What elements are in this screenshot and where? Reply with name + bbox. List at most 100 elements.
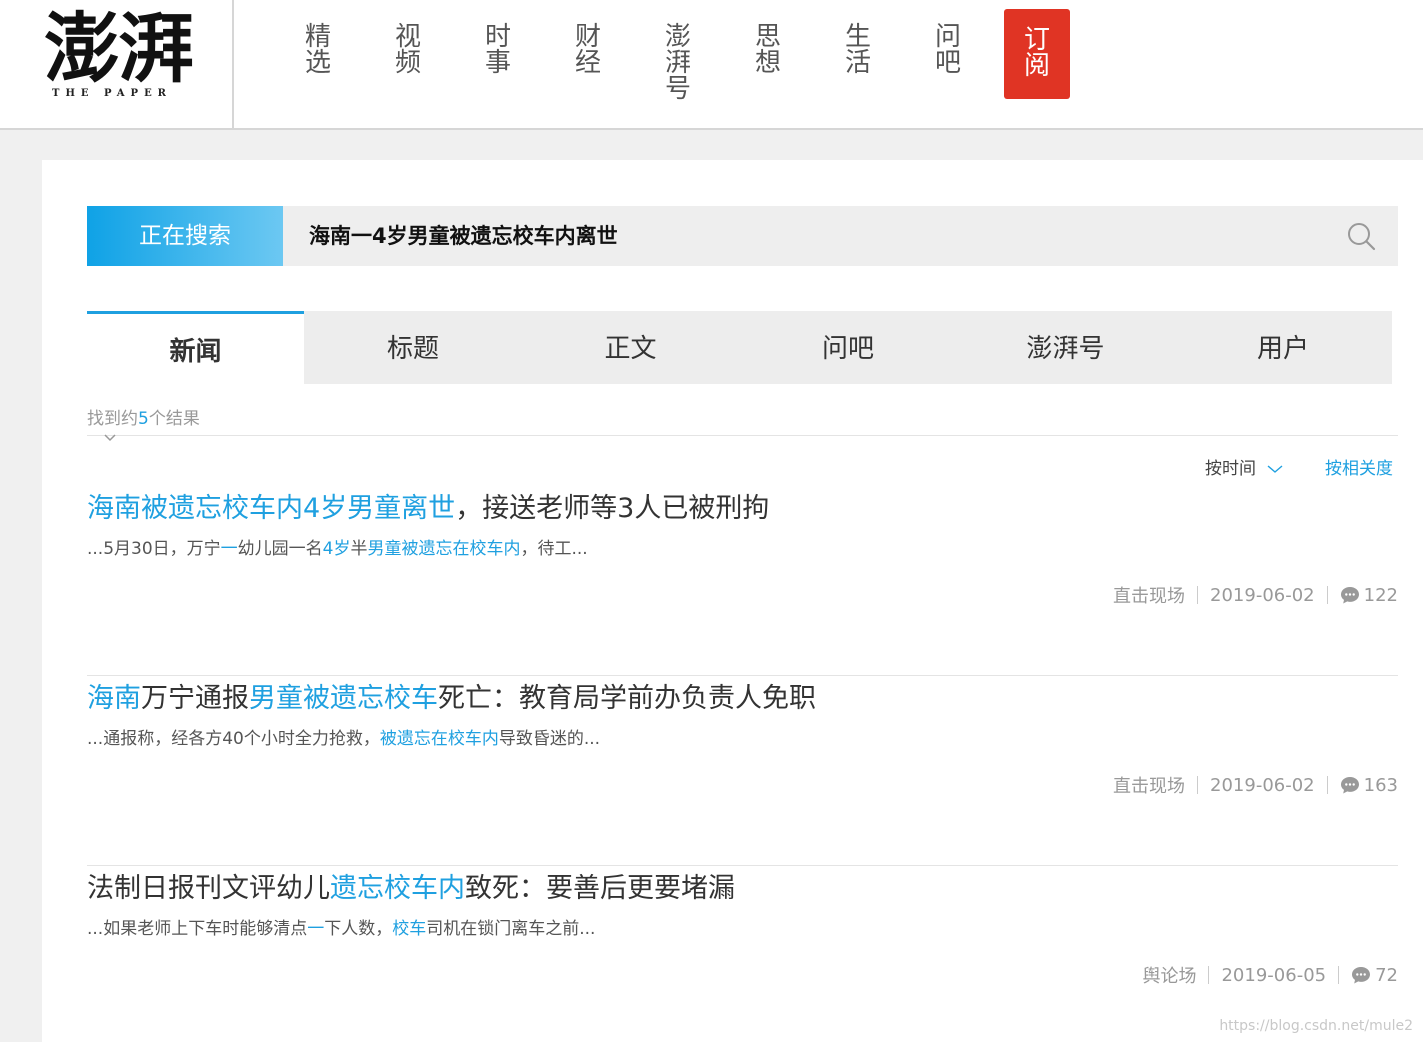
title-fragment: 死亡：教育局学前办负责人免职: [438, 683, 816, 714]
comment-icon: [1340, 587, 1359, 604]
snippet-fragment: 半: [350, 539, 368, 559]
search-bar: 正在搜索 海南一4岁男童被遗忘校车内离世: [87, 206, 1398, 266]
subscribe-button[interactable]: 订阅: [1004, 9, 1070, 99]
result-item: 海南万宁通报男童被遗忘校车死亡：教育局学前办负责人免职 ...通报称，经各方40个…: [87, 676, 1398, 866]
logo-subtitle: THE PAPER: [52, 88, 172, 99]
nav-item-char: 财: [574, 22, 601, 52]
meta-divider: [1197, 586, 1199, 604]
snippet-fragment: ，待工...: [520, 539, 588, 559]
snippet-fragment: 男童被遗忘在校车内: [367, 539, 521, 559]
comment-icon: [1340, 777, 1359, 794]
subscribe-char: 阅: [1023, 51, 1050, 81]
tab-2[interactable]: 正文: [522, 311, 739, 384]
nav-item-char: 想: [754, 48, 781, 78]
tab-4[interactable]: 澎湃号: [957, 311, 1174, 384]
title-fragment: 男童被遗忘校车: [249, 683, 438, 714]
snippet-fragment: 被遗忘在校车内: [379, 729, 499, 749]
meta-divider: [1326, 586, 1328, 604]
title-fragment: 海南: [87, 683, 141, 714]
source-link[interactable]: 直击现场: [1113, 772, 1185, 798]
publish-date: 2019-06-02: [1210, 774, 1315, 796]
nav-item-char: 事: [484, 48, 511, 78]
chevron-down-icon: [104, 434, 116, 442]
search-input[interactable]: 海南一4岁男童被遗忘校车内离世: [309, 206, 618, 266]
logo-text: 澎湃: [44, 4, 194, 93]
nav-item-char: 生: [844, 22, 871, 52]
publish-date: 2019-06-05: [1221, 964, 1327, 986]
title-fragment: 法制日报刊文评幼儿: [87, 873, 330, 904]
logo[interactable]: 澎湃 THE PAPER: [0, 0, 234, 128]
divider: [87, 435, 1398, 436]
nav-item-featured[interactable]: 精选: [288, 24, 348, 76]
snippet-fragment: 一: [307, 919, 325, 939]
search-icon[interactable]: [1346, 221, 1376, 251]
sort-by-time-label: 按时间: [1205, 459, 1256, 479]
snippet-fragment: 校车: [392, 919, 427, 939]
nav-item-wenba[interactable]: 问吧: [918, 24, 978, 76]
result-item: 法制日报刊文评幼儿遗忘校车内致死：要善后更要堵漏 ...如果老师上下车时能够清点一…: [87, 866, 1398, 1042]
title-fragment: 遗忘校车内: [330, 873, 465, 904]
comment-icon: [1352, 967, 1371, 984]
nav-item-char: 活: [844, 48, 871, 78]
nav-item-current[interactable]: 时事: [468, 24, 528, 76]
snippet-fragment: ...5月30日，万宁: [87, 539, 221, 559]
snippet-fragment: 4岁: [322, 539, 351, 559]
result-item: 海南被遗忘校车内4岁男童离世，接送老师等3人已被刑拘 ...5月30日，万宁一幼儿…: [87, 486, 1398, 676]
nav-item-pengpai-hao[interactable]: 澎湃号: [648, 24, 708, 102]
meta-divider: [1197, 776, 1199, 794]
meta-divider: [1208, 966, 1210, 984]
result-title-link[interactable]: 海南被遗忘校车内4岁男童离世，接送老师等3人已被刑拘: [87, 486, 769, 525]
tab-1[interactable]: 标题: [305, 311, 522, 384]
snippet-fragment: 导致昏迷的...: [498, 729, 601, 749]
comment-count: 72: [1375, 964, 1398, 986]
nav-item-char: 问: [934, 22, 961, 52]
result-snippet: ...如果老师上下车时能够清点一下人数，校车司机在锁门离车之前...: [87, 914, 595, 939]
result-count-prefix: 找到约: [87, 409, 138, 429]
nav-item-life[interactable]: 生活: [828, 24, 888, 76]
publish-date: 2019-06-02: [1210, 584, 1315, 606]
tab-5[interactable]: 用户: [1175, 311, 1392, 384]
result-meta: 直击现场 2019-06-02 122: [1113, 582, 1398, 608]
chevron-down-icon: [1267, 465, 1283, 473]
source-link[interactable]: 直击现场: [1113, 582, 1185, 608]
nav-item-char: 澎: [664, 22, 691, 52]
watermark: https://blog.csdn.net/mule2: [1219, 1018, 1413, 1034]
sort-by-time[interactable]: 按时间: [1205, 454, 1283, 479]
snippet-fragment: 下人数，: [324, 919, 393, 939]
nav-item-video[interactable]: 视频: [378, 24, 438, 76]
result-tabs: 新闻 标题 正文 问吧 澎湃号 用户: [87, 311, 1392, 384]
nav-item-char: 选: [304, 48, 331, 78]
nav-item-char: 思: [754, 22, 781, 52]
sort-by-relevance[interactable]: 按相关度: [1325, 454, 1393, 479]
site-header: 澎湃 THE PAPER 精选视频时事财经澎湃号思想生活问吧订阅: [0, 0, 1423, 130]
nav-item-char: 精: [304, 22, 331, 52]
nav-item-char: 经: [574, 48, 601, 78]
title-fragment: 海南被遗忘校车内4岁男童离世: [87, 493, 456, 524]
tab-0[interactable]: 新闻: [87, 311, 304, 384]
title-fragment: ，接送老师等3人已被刑拘: [455, 493, 770, 524]
meta-divider: [1338, 966, 1340, 984]
nav-item-char: 吧: [934, 48, 961, 78]
result-count: 找到约5个结果: [87, 404, 200, 429]
source-link[interactable]: 舆论场: [1142, 962, 1196, 988]
tab-3[interactable]: 问吧: [740, 311, 957, 384]
result-snippet: ...通报称，经各方40个小时全力抢救，被遗忘在校车内导致昏迷的...: [87, 724, 600, 749]
snippet-fragment: ...如果老师上下车时能够清点: [87, 919, 308, 939]
snippet-fragment: 一: [220, 539, 238, 559]
nav-item-char: 号: [664, 74, 691, 104]
search-label: 正在搜索: [87, 206, 283, 266]
meta-divider: [1326, 776, 1328, 794]
result-title-link[interactable]: 法制日报刊文评幼儿遗忘校车内致死：要善后更要堵漏: [87, 866, 735, 905]
nav-item-thought[interactable]: 思想: [738, 24, 798, 76]
snippet-fragment: 司机在锁门离车之前...: [426, 919, 596, 939]
result-meta: 舆论场 2019-06-05 72: [1142, 962, 1398, 988]
nav-item-char: 时: [484, 22, 511, 52]
comment-count: 163: [1363, 774, 1398, 796]
snippet-fragment: ...通报称，经各方40个小时全力抢救，: [87, 729, 380, 749]
nav-item-finance[interactable]: 财经: [558, 24, 618, 76]
result-title-link[interactable]: 海南万宁通报男童被遗忘校车死亡：教育局学前办负责人免职: [87, 676, 816, 715]
title-fragment: 致死：要善后更要堵漏: [465, 873, 735, 904]
result-count-suffix: 个结果: [148, 409, 200, 429]
comment-count: 122: [1363, 584, 1398, 606]
search-results-panel: 正在搜索 海南一4岁男童被遗忘校车内离世 新闻 标题 正文 问吧 澎湃号 用户 找到约5个…: [42, 160, 1423, 1042]
